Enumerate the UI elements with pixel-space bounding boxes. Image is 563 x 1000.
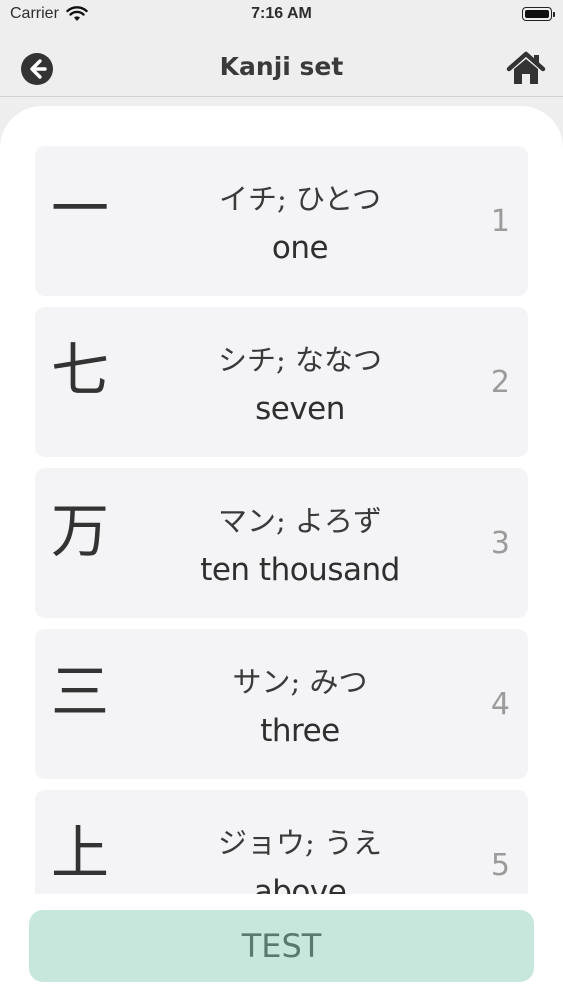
kanji-meaning: above	[253, 874, 347, 894]
kanji-reading: ジョウ; うえ	[218, 826, 382, 860]
battery-icon	[522, 7, 555, 21]
kanji-number: 4	[490, 687, 510, 722]
kanji-character: 七	[51, 336, 110, 404]
kanji-reading: シチ; ななつ	[218, 343, 382, 377]
kanji-reading: サン; みつ	[232, 665, 368, 699]
kanji-meaning: three	[260, 713, 340, 749]
kanji-meaning: ten thousand	[200, 552, 400, 588]
kanji-reading: マン; よろず	[218, 504, 382, 538]
kanji-character: 上	[51, 819, 110, 887]
kanji-meaning: one	[271, 230, 329, 266]
kanji-meaning: seven	[255, 391, 345, 427]
kanji-character: 万	[51, 497, 110, 565]
page-title: Kanji set	[219, 52, 344, 81]
kanji-number: 3	[490, 526, 510, 561]
kanji-character: 三	[51, 658, 110, 726]
status-time: 7:16 AM	[251, 5, 312, 22]
kanji-number: 5	[490, 848, 510, 883]
kanji-card[interactable]: 七 シチ; ななつ seven 2	[35, 307, 528, 457]
kanji-reading: イチ; ひとつ	[219, 182, 381, 216]
kanji-card[interactable]: 万 マン; よろず ten thousand 3	[35, 468, 528, 618]
kanji-card[interactable]: 三 サン; みつ three 4	[35, 629, 528, 779]
kanji-card[interactable]: 一 イチ; ひとつ one 1	[35, 146, 528, 296]
navigation-bar: Kanji set	[0, 32, 563, 97]
status-bar: Carrier 7:16 AM	[0, 0, 563, 32]
kanji-number: 2	[490, 365, 510, 400]
kanji-character: 一	[51, 175, 110, 243]
test-button[interactable]: TEST	[29, 910, 534, 982]
kanji-list[interactable]: 一 イチ; ひとつ one 1 七 シチ; ななつ seven 2 万 マン; …	[35, 146, 528, 894]
kanji-card[interactable]: 上 ジョウ; うえ above 5	[35, 790, 528, 894]
kanji-number: 1	[490, 204, 510, 239]
home-icon[interactable]	[506, 50, 546, 86]
